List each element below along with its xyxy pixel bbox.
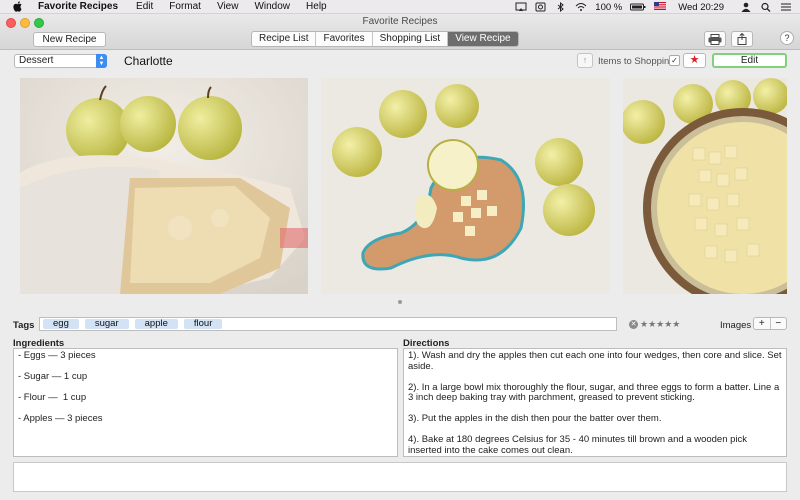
- diced-apples-bowl-image: [623, 78, 787, 294]
- rating-control[interactable]: ✕ ★★★★★: [629, 319, 680, 330]
- title-bar: Favorite Recipes New Recipe Recipe List …: [0, 14, 800, 50]
- print-button[interactable]: [704, 31, 726, 47]
- items-to-shopping-label: Items to Shopping: [598, 56, 675, 67]
- tags-field[interactable]: egg sugar apple flour: [39, 317, 617, 331]
- direction-step: 2). In a large bowl mix thoroughly the f…: [408, 381, 780, 403]
- menu-edit[interactable]: Edit: [136, 1, 153, 12]
- menu-help[interactable]: Help: [306, 1, 327, 12]
- tab-favorites[interactable]: Favorites: [316, 32, 373, 46]
- menu-window[interactable]: Window: [254, 1, 290, 12]
- menu-view[interactable]: View: [217, 1, 239, 12]
- clock[interactable]: Wed 20:29: [678, 2, 724, 13]
- favorite-button[interactable]: ★: [683, 53, 706, 68]
- bluetooth-icon[interactable]: [555, 1, 567, 13]
- share-button[interactable]: [731, 31, 753, 47]
- clear-rating-icon[interactable]: ✕: [629, 320, 638, 329]
- chevron-updown-icon: ▲ ▼: [96, 54, 107, 68]
- tag-token[interactable]: egg: [43, 319, 79, 329]
- camera-icon[interactable]: [535, 2, 547, 12]
- category-select[interactable]: Dessert ▲ ▼: [14, 54, 107, 68]
- app-window: Favorite Recipes New Recipe Recipe List …: [0, 14, 800, 500]
- direction-step: 1). Wash and dry the apples then cut eac…: [408, 350, 782, 372]
- recipe-photo-1[interactable]: [20, 78, 308, 294]
- help-button[interactable]: ?: [780, 31, 794, 45]
- page-indicator-dot[interactable]: [398, 300, 402, 304]
- images-label: Images: [720, 320, 752, 331]
- rating-stars[interactable]: ★★★★★: [640, 319, 680, 330]
- flag-icon[interactable]: [654, 2, 667, 12]
- edit-button[interactable]: Edit: [712, 53, 787, 68]
- new-recipe-button[interactable]: New Recipe: [33, 32, 106, 47]
- menu-app-name[interactable]: Favorite Recipes: [38, 1, 118, 12]
- tag-token[interactable]: apple: [134, 319, 178, 329]
- directions-text-area[interactable]: 1). Wash and dry the apples then cut eac…: [403, 348, 787, 457]
- cake-image: [20, 78, 308, 294]
- share-icon: [737, 33, 747, 45]
- add-to-shopping-button[interactable]: ↑: [577, 53, 593, 68]
- images-add-remove: + −: [753, 317, 787, 330]
- battery-icon[interactable]: [630, 2, 646, 12]
- ingredient-line: - Flour — 1 cup: [18, 392, 87, 403]
- ingredient-line: - Eggs — 3 pieces: [18, 350, 96, 361]
- recipe-title: Charlotte: [124, 54, 173, 68]
- tags-label: Tags: [13, 320, 35, 331]
- category-value: Dessert: [19, 55, 54, 66]
- print-icon: [708, 33, 722, 45]
- tab-recipe-list[interactable]: Recipe List: [252, 32, 317, 46]
- notification-center-icon[interactable]: [780, 2, 792, 12]
- ingredients-text-area[interactable]: - Eggs — 3 pieces - Sugar — 1 cup - Flou…: [13, 348, 398, 457]
- direction-step: 4). Bake at 180 degrees Celsius for 35 -…: [408, 434, 748, 456]
- window-title: Favorite Recipes: [362, 16, 438, 27]
- ingredient-line: - Apples — 3 pieces: [18, 413, 103, 424]
- view-tabs: Recipe List Favorites Shopping List View…: [251, 31, 519, 47]
- direction-step: 3). Put the apples in the dish then pour…: [408, 413, 662, 424]
- star-icon: ★: [689, 54, 700, 66]
- user-icon[interactable]: [740, 2, 752, 12]
- wifi-icon[interactable]: [575, 2, 587, 12]
- spotlight-search-icon[interactable]: [760, 2, 772, 12]
- tab-view-recipe[interactable]: View Recipe: [448, 32, 518, 46]
- recipe-photo-3[interactable]: [623, 78, 787, 294]
- arrow-up-icon: ↑: [582, 55, 588, 65]
- apples-cutting-board-image: [321, 78, 610, 294]
- items-to-shopping-checkbox[interactable]: ✓: [669, 55, 680, 66]
- tag-token[interactable]: flour: [183, 319, 223, 329]
- tag-token[interactable]: sugar: [84, 319, 129, 329]
- remove-image-button[interactable]: −: [771, 318, 787, 329]
- battery-percent[interactable]: 100 %: [595, 2, 622, 13]
- ingredient-line: - Sugar — 1 cup: [18, 371, 88, 382]
- screen-mirror-icon[interactable]: [515, 2, 527, 12]
- add-image-button[interactable]: +: [754, 318, 771, 329]
- apple-menu-icon[interactable]: [12, 1, 24, 12]
- menu-bar: Favorite Recipes Edit Format View Window…: [0, 0, 800, 14]
- tab-shopping-list[interactable]: Shopping List: [373, 32, 449, 46]
- menu-format[interactable]: Format: [169, 1, 201, 12]
- notes-text-area[interactable]: [13, 462, 787, 492]
- recipe-photo-2[interactable]: [321, 78, 610, 294]
